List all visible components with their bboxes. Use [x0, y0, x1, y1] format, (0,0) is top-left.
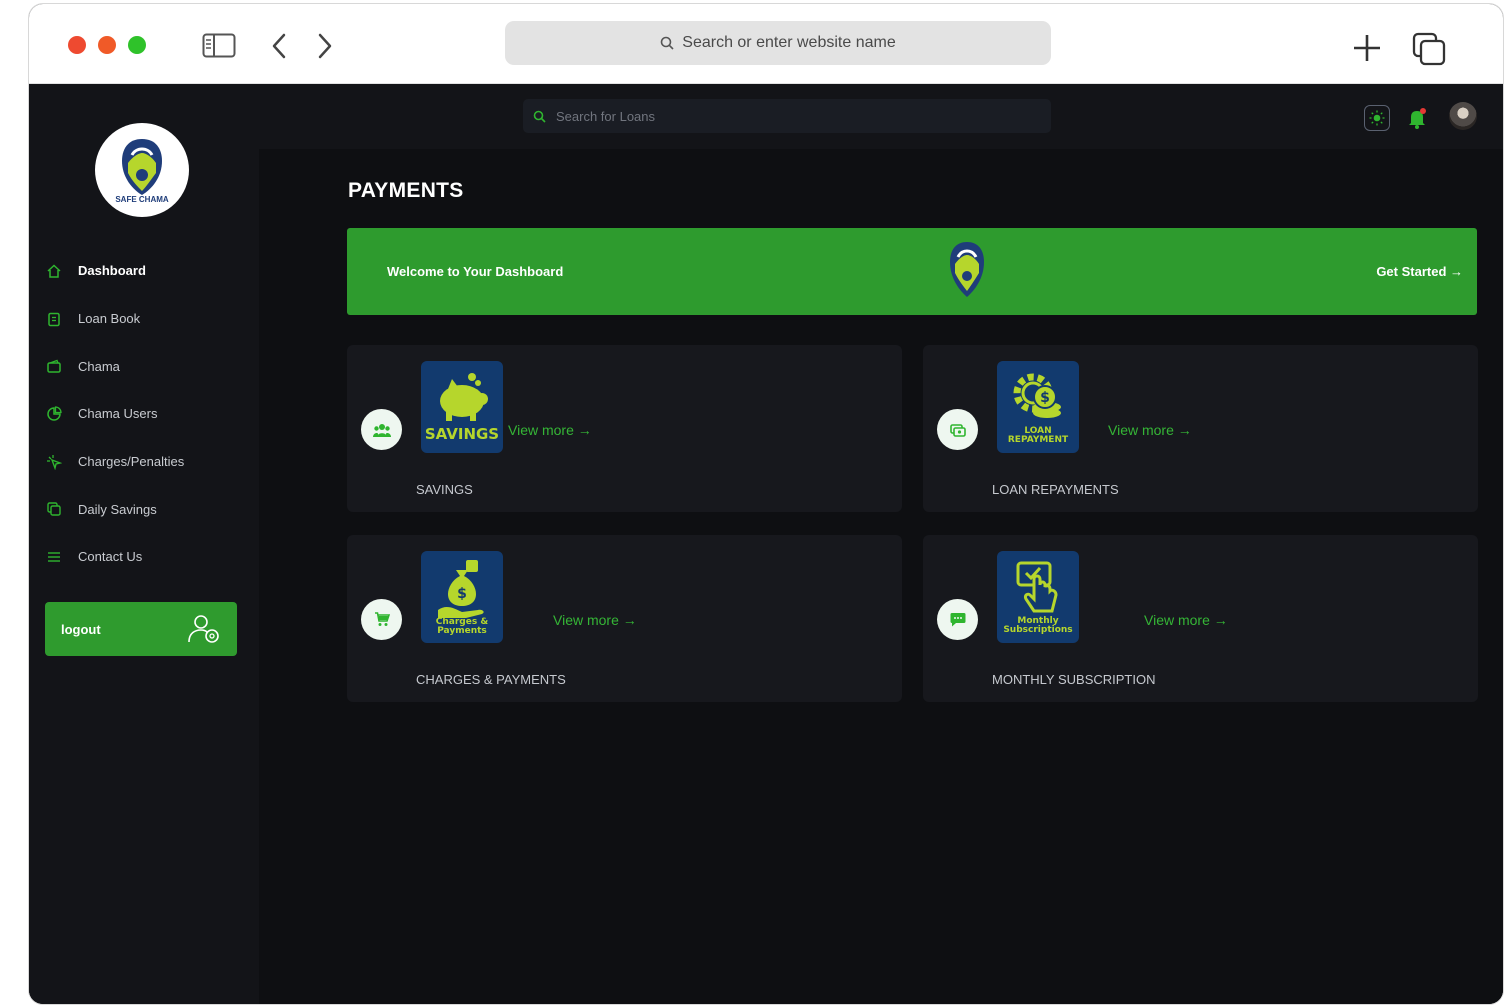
copy-icon [47, 502, 61, 516]
address-bar-placeholder: Search or enter website name [682, 34, 896, 51]
bell-icon[interactable] [1407, 107, 1427, 129]
sidebar-item-loan-book[interactable]: Loan Book [29, 295, 259, 343]
card-label: SAVINGS [416, 482, 473, 497]
cursor-click-icon [47, 454, 62, 470]
sidebar-nav: Dashboard Loan Book Chama Chama Users Ch… [29, 247, 259, 581]
view-more-link[interactable]: View more → [1108, 422, 1192, 438]
tile-caption: LOAN REPAYMENT [1007, 426, 1069, 445]
forward-arrow-icon[interactable] [315, 31, 335, 61]
search-icon [533, 110, 546, 123]
search-icon [660, 36, 674, 50]
shield-logo-icon [122, 138, 162, 195]
sidebar-item-dashboard[interactable]: Dashboard [29, 247, 259, 295]
shield-logo-icon [950, 242, 984, 297]
card-icon-badge [937, 599, 978, 640]
subscription-tile-image: Monthly Subscriptions [997, 551, 1079, 643]
svg-text:$: $ [1040, 390, 1050, 406]
piggy-bank-icon [440, 372, 488, 421]
maximize-window-button[interactable] [128, 36, 146, 54]
loan-repayments-card[interactable]: $ LOAN REPAYMENT View more → LOAN REPAYM… [923, 345, 1478, 512]
page-title: PAYMENTS [348, 179, 464, 202]
card-icon-badge [361, 599, 402, 640]
tile-caption: Charges & Payments [435, 617, 489, 636]
hand-click-icon [1016, 561, 1058, 613]
main-content: PAYMENTS Welcome to Your Dashboard Get S… [259, 149, 1503, 1004]
tile-caption: SAVINGS [424, 424, 500, 443]
sidebar-item-chama-users[interactable]: Chama Users [29, 390, 259, 438]
card-label: MONTHLY SUBSCRIPTION [992, 672, 1156, 687]
sidebar-item-label: Charges/Penalties [78, 454, 185, 470]
svg-text:$: $ [457, 586, 467, 602]
sidebar-item-label: Dashboard [78, 263, 146, 279]
cash-icon [949, 423, 966, 437]
chat-icon [950, 613, 965, 627]
list-icon [48, 552, 60, 562]
sidebar-item-label: Loan Book [78, 311, 141, 327]
sidebar-toggle-icon[interactable] [202, 33, 236, 58]
app-root: SAFE CHAMA Dashboard Loan Book Chama Cha… [29, 85, 1503, 1004]
sidebar-item-label: Daily Savings [78, 501, 157, 517]
avatar[interactable] [1449, 102, 1477, 130]
browser-toolbar: Search or enter website name [29, 4, 1503, 84]
banner-text: Welcome to Your Dashboard [387, 264, 564, 279]
sidebar-item-daily-savings[interactable]: Daily Savings [29, 485, 259, 533]
address-bar[interactable]: Search or enter website name [505, 21, 1051, 65]
card-label: CHARGES & PAYMENTS [416, 672, 566, 687]
clipboard-icon [48, 312, 60, 326]
minimize-window-button[interactable] [98, 36, 116, 54]
get-started-link[interactable]: Get Started → [1376, 264, 1463, 279]
loan-repayment-tile-image: $ LOAN REPAYMENT [997, 361, 1079, 453]
logout-label: logout [61, 621, 101, 637]
browser-window: Search or enter website name SAFE CHAMA [29, 4, 1503, 1004]
wallet-icon [47, 359, 61, 373]
users-icon [372, 423, 391, 437]
logout-button[interactable]: logout [45, 602, 237, 656]
theme-toggle-button[interactable] [1364, 105, 1390, 131]
gear-coin-icon: $ [1013, 373, 1061, 418]
window-controls [68, 36, 146, 54]
sidebar-item-label: Chama Users [78, 406, 158, 422]
user-settings-icon [188, 615, 219, 643]
sidebar-item-chama[interactable]: Chama [29, 342, 259, 390]
pie-chart-icon [47, 406, 62, 421]
view-more-link[interactable]: View more → [508, 422, 592, 438]
card-icon-badge [361, 409, 402, 450]
money-bag-hand-icon: $ [438, 560, 484, 618]
logo-text: SAFE CHAMA [115, 194, 169, 204]
welcome-banner: Welcome to Your Dashboard Get Started → [347, 228, 1477, 315]
close-window-button[interactable] [68, 36, 86, 54]
view-more-link[interactable]: View more → [1144, 612, 1228, 628]
card-icon-badge [937, 409, 978, 450]
sidebar-item-contact-us[interactable]: Contact Us [29, 533, 259, 581]
notification-dot [1420, 108, 1426, 114]
sidebar-item-label: Chama [78, 358, 120, 374]
loan-search-input[interactable] [556, 108, 1036, 124]
sidebar-item-label: Contact Us [78, 549, 143, 565]
loan-search-field[interactable] [523, 99, 1051, 133]
sidebar: SAFE CHAMA Dashboard Loan Book Chama Cha… [29, 85, 259, 1004]
charges-tile-image: $ Charges & Payments [421, 551, 503, 643]
tab-overview-icon[interactable] [1412, 32, 1446, 66]
monthly-subscription-card[interactable]: Monthly Subscriptions View more → MONTHL… [923, 535, 1478, 702]
card-label: LOAN REPAYMENTS [992, 482, 1119, 497]
cart-icon [374, 612, 390, 626]
safe-chama-logo[interactable]: SAFE CHAMA [95, 123, 189, 217]
charges-payments-card[interactable]: $ Charges & Payments View more → CHARGES… [347, 535, 902, 702]
view-more-link[interactable]: View more → [553, 612, 637, 628]
savings-card[interactable]: SAVINGS View more → SAVINGS [347, 345, 902, 512]
back-arrow-icon[interactable] [269, 31, 289, 61]
home-icon [47, 264, 61, 278]
sidebar-item-charges-penalties[interactable]: Charges/Penalties [29, 438, 259, 486]
tile-caption: Monthly Subscriptions [1003, 616, 1073, 635]
savings-tile-image: SAVINGS [421, 361, 503, 453]
new-tab-icon[interactable] [1351, 32, 1383, 64]
sun-icon [1369, 110, 1385, 126]
